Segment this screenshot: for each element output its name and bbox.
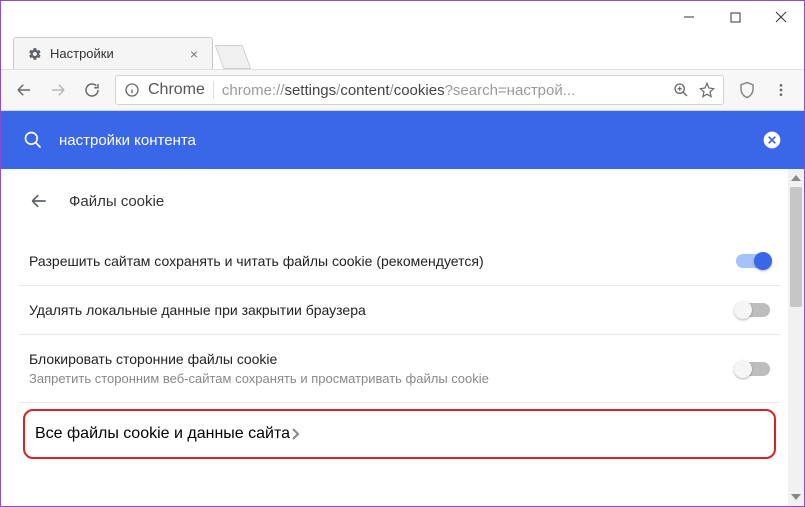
omnibox-actions [673,82,715,98]
back-button[interactable] [13,79,35,101]
page-title: Файлы cookie [69,193,164,210]
setting-row-allow-cookies: Разрешить сайтам сохранять и читать файл… [19,237,780,286]
reload-button[interactable] [81,79,103,101]
scroll-up-button[interactable] [788,169,804,187]
setting-row-block-3p: Блокировать сторонние файлы cookie Запре… [19,335,780,403]
url-text: chrome://settings/content/cookies?search… [222,82,575,99]
tab-close-button[interactable]: × [190,46,198,62]
window-maximize-button[interactable] [712,1,758,33]
scroll-track[interactable] [788,187,804,488]
new-tab-button[interactable] [215,45,252,69]
link-label: Все файлы cookie и данные сайта [35,425,290,443]
setting-label: Разрешить сайтам сохранять и читать файл… [29,253,484,269]
window-titlebar [1,1,804,33]
link-row-all-cookies[interactable]: Все файлы cookie и данные сайта [23,409,776,459]
zoom-icon[interactable] [673,82,689,98]
scroll-thumb[interactable] [790,187,802,307]
tab-title: Настройки [50,46,114,61]
toggle-clear-on-exit[interactable] [736,303,770,317]
bookmark-star-icon[interactable] [699,82,715,98]
url-seg-settings: settings [284,82,336,99]
menu-button[interactable] [770,79,792,101]
gear-icon [28,47,42,61]
site-info-icon[interactable] [124,82,140,98]
url-scheme: chrome:// [222,82,285,99]
vertical-scrollbar[interactable] [788,169,804,506]
toggle-allow-cookies[interactable] [736,254,770,268]
chevron-right-icon [290,428,300,440]
url-query: ?search=настрой... [445,82,576,99]
settings-search-bar: настройки контента [1,111,804,169]
address-bar[interactable]: Chrome chrome://settings/content/cookies… [115,75,724,105]
forward-button[interactable] [47,79,69,101]
clear-search-button[interactable] [762,130,782,150]
setting-label: Удалять локальные данные при закрытии бр… [29,302,366,318]
extension-shield-icon[interactable] [736,79,758,101]
settings-content: Файлы cookie Разрешить сайтам сохранять … [1,169,788,506]
browser-toolbar: Chrome chrome://settings/content/cookies… [1,69,804,111]
url-seg-content: content [340,82,389,99]
toggle-block-3p[interactable] [736,362,770,376]
tab-strip: Настройки × [1,33,804,69]
setting-row-clear-on-exit: Удалять локальные данные при закрытии бр… [19,286,780,335]
window-minimize-button[interactable] [666,1,712,33]
search-icon [23,130,43,150]
setting-sublabel: Запретить сторонним веб-сайтам сохранять… [29,371,489,386]
window-close-button[interactable] [758,1,804,33]
scroll-down-button[interactable] [788,488,804,506]
url-seg-cookies: cookies [394,82,445,99]
url-browser-label: Chrome [148,81,205,99]
search-query-text[interactable]: настройки контента [59,132,196,149]
tab-settings[interactable]: Настройки × [13,37,213,69]
back-arrow-button[interactable] [29,191,49,211]
omnibox-divider [213,81,214,99]
page-header: Файлы cookie [19,169,780,237]
setting-label: Блокировать сторонние файлы cookie [29,351,489,367]
